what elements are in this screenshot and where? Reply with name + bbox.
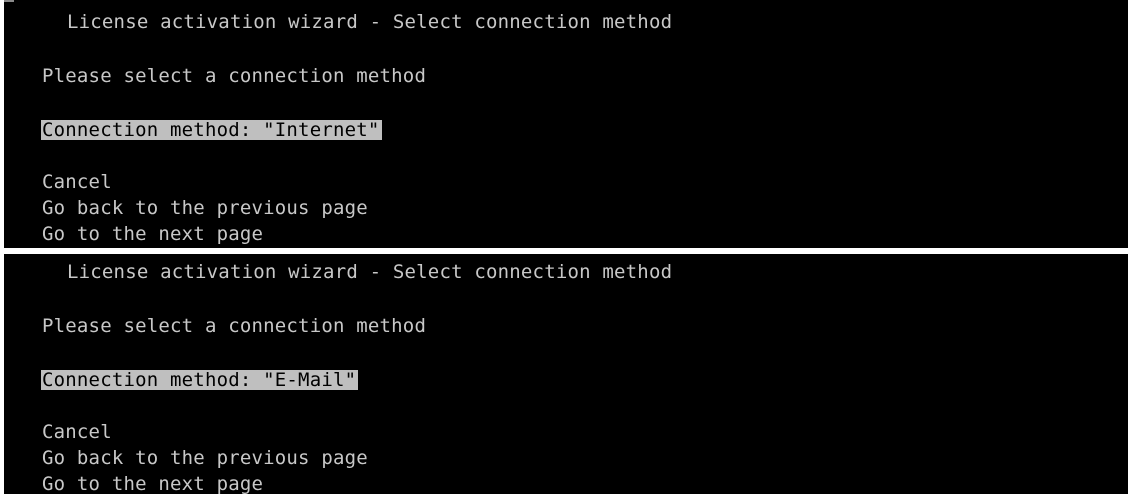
terminal-screen-email: License activation wizard - Select conne…: [4, 254, 1128, 494]
back-action[interactable]: Go back to the previous page: [42, 448, 368, 468]
terminal-screen-internet: License activation wizard - Select conne…: [4, 0, 1128, 248]
wizard-title: License activation wizard - Select conne…: [67, 11, 673, 33]
cancel-action[interactable]: Cancel: [42, 172, 112, 192]
cancel-action[interactable]: Cancel: [42, 422, 112, 442]
connection-method-field[interactable]: Connection method: "E-Mail": [41, 370, 359, 390]
next-action[interactable]: Go to the next page: [42, 224, 263, 244]
cursor-icon: [4, 0, 14, 2]
back-action[interactable]: Go back to the previous page: [42, 198, 368, 218]
next-action[interactable]: Go to the next page: [42, 474, 263, 494]
prompt-text: Please select a connection method: [42, 65, 427, 87]
prompt-text: Please select a connection method: [42, 315, 427, 337]
connection-method-field[interactable]: Connection method: "Internet": [41, 120, 382, 140]
wizard-title: License activation wizard - Select conne…: [67, 261, 673, 283]
